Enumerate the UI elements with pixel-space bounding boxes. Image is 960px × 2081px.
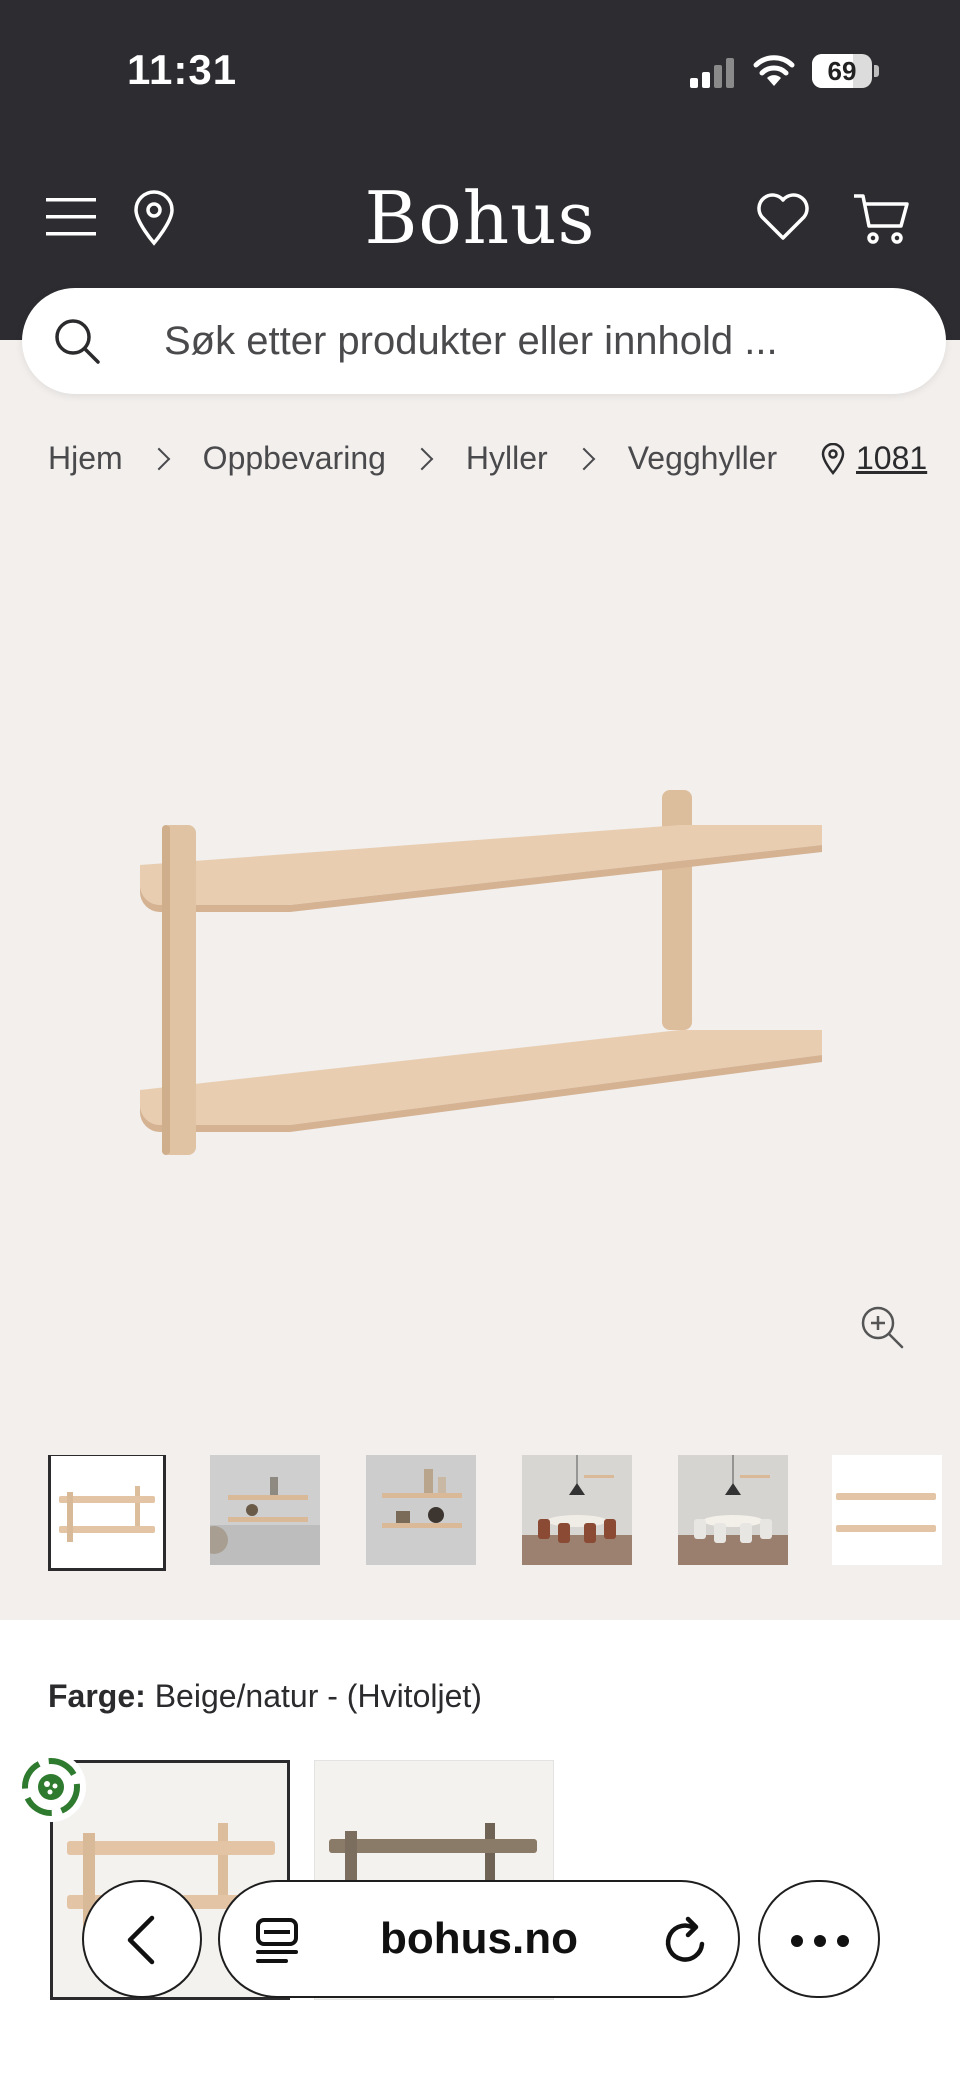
- product-image[interactable]: [120, 770, 840, 1170]
- store-number[interactable]: 1081: [856, 440, 927, 477]
- battery-level: 69: [827, 56, 857, 86]
- search-input[interactable]: [164, 308, 904, 374]
- location-pin-icon: [821, 442, 845, 475]
- browser-back-button[interactable]: [82, 1880, 202, 1998]
- brand-logo[interactable]: Bohus: [0, 176, 960, 260]
- thumbnail-3[interactable]: [366, 1455, 476, 1565]
- chevron-left-icon: [127, 1915, 155, 1965]
- eco-badge[interactable]: [16, 1752, 86, 1822]
- thumbnail-6[interactable]: [832, 1455, 942, 1565]
- battery-indicator: 69: [812, 54, 880, 88]
- cart-icon[interactable]: [852, 192, 910, 246]
- breadcrumb-vegghyller[interactable]: Vegghyller: [628, 440, 777, 477]
- color-selection: Farge: Beige/natur - (Hvitoljet): [48, 1678, 482, 1715]
- browser-address-bar[interactable]: bohus.no: [218, 1880, 740, 1998]
- chevron-right-icon: [147, 447, 170, 470]
- thumbnail-1[interactable]: [48, 1455, 166, 1571]
- color-label: Farge:: [48, 1678, 146, 1714]
- more-icon: [791, 1935, 849, 1947]
- wifi-icon: [753, 55, 795, 86]
- browser-more-button[interactable]: [758, 1880, 880, 1998]
- url-text[interactable]: bohus.no: [220, 1882, 738, 1996]
- thumbnail-4[interactable]: [522, 1455, 632, 1565]
- heart-icon[interactable]: [756, 192, 810, 242]
- breadcrumb-hyller[interactable]: Hyller: [466, 440, 548, 477]
- breadcrumb: Hjem Oppbevaring Hyller Vegghyller: [48, 440, 777, 477]
- signal-icon: [690, 58, 734, 88]
- status-time: 11:31: [127, 46, 238, 93]
- store-selector[interactable]: 1081: [820, 440, 927, 477]
- search-bar: [22, 288, 946, 394]
- thumbnail-2[interactable]: [210, 1455, 320, 1565]
- breadcrumb-home[interactable]: Hjem: [48, 440, 123, 477]
- reload-icon[interactable]: [662, 1916, 710, 1966]
- zoom-in-icon[interactable]: [858, 1303, 906, 1351]
- eco-icon: [22, 1758, 80, 1816]
- thumbnail-strip: [48, 1455, 960, 1575]
- search-icon[interactable]: [52, 316, 102, 366]
- chevron-right-icon: [410, 447, 434, 470]
- thumbnail-5[interactable]: [678, 1455, 788, 1565]
- color-value: Beige/natur - (Hvitoljet): [154, 1678, 482, 1714]
- breadcrumb-oppbevaring[interactable]: Oppbevaring: [203, 440, 386, 477]
- chevron-right-icon: [572, 447, 596, 470]
